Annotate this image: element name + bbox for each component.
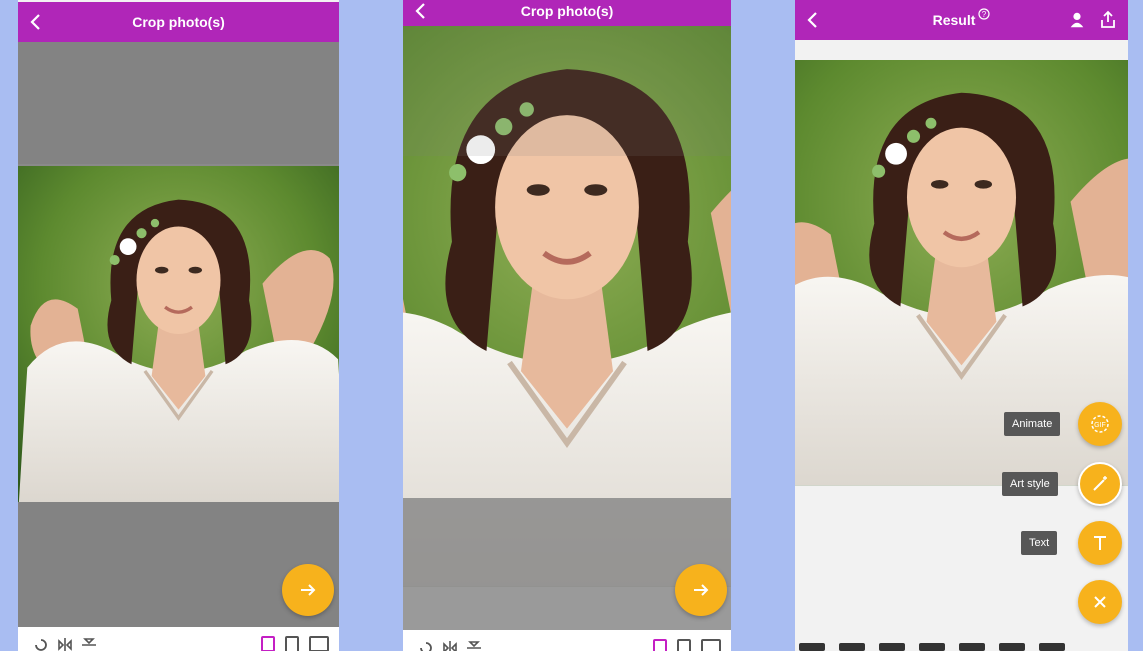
arrow-right-icon — [694, 584, 709, 596]
page-title: Crop photo(s) — [132, 14, 225, 30]
svg-text:GIF: GIF — [1094, 422, 1106, 429]
result-screen: Result ? Animate GIF Art style Text — [795, 0, 1128, 651]
crop-screen-2: Crop photo(s) — [403, 0, 731, 651]
magic-wand-icon — [1093, 476, 1107, 491]
page-title: Result — [932, 12, 976, 28]
text-icon — [1094, 536, 1106, 550]
gif-icon: GIF — [1091, 415, 1109, 433]
style-thumbnail-strip — [795, 643, 1128, 651]
app-bar: Crop photo(s) — [403, 0, 731, 26]
ratio-portrait-option[interactable] — [653, 639, 667, 651]
next-button[interactable] — [675, 564, 727, 616]
ratio-landscape-option[interactable] — [701, 639, 721, 651]
ratio-portrait-option[interactable] — [261, 636, 275, 651]
page-title: Crop photo(s) — [520, 3, 614, 19]
thumbnail[interactable] — [839, 643, 865, 651]
flip-vertical-icon[interactable] — [80, 636, 98, 651]
app-bar: Result ? — [795, 0, 1128, 40]
text-label: Text — [1021, 531, 1058, 555]
chevron-left-icon[interactable] — [803, 10, 823, 30]
crop-toolbar — [403, 630, 731, 651]
ratio-landscape-option[interactable] — [309, 636, 329, 651]
arrow-right-icon — [301, 584, 316, 596]
art-style-label: Art style — [1002, 472, 1058, 496]
rotate-icon[interactable] — [32, 636, 50, 651]
crop-mask-top — [18, 42, 339, 164]
animate-button[interactable]: GIF — [1078, 402, 1122, 446]
crop-mask-bottom — [403, 498, 731, 630]
svg-text:?: ? — [982, 10, 987, 19]
thumbnail[interactable] — [1039, 643, 1065, 651]
chevron-left-icon[interactable] — [411, 1, 431, 21]
crop-mask-top — [403, 26, 731, 156]
thumbnail[interactable] — [959, 643, 985, 651]
app-bar: Crop photo(s) — [18, 2, 339, 42]
thumbnail[interactable] — [919, 643, 945, 651]
close-icon — [1094, 596, 1106, 608]
ratio-tall-option[interactable] — [677, 639, 691, 651]
next-button[interactable] — [282, 564, 334, 616]
thumbnail[interactable] — [799, 643, 825, 651]
rotate-icon[interactable] — [417, 639, 435, 651]
animate-label: Animate — [1004, 412, 1061, 436]
text-button[interactable] — [1078, 521, 1122, 565]
thumbnail[interactable] — [999, 643, 1025, 651]
chevron-left-icon[interactable] — [26, 12, 46, 32]
person-icon[interactable] — [1068, 11, 1086, 29]
close-menu-button[interactable] — [1078, 580, 1122, 624]
help-icon[interactable]: ? — [978, 8, 990, 20]
crop-screen-1: Crop photo(s) — [18, 0, 339, 651]
share-icon[interactable] — [1098, 10, 1118, 30]
flip-horizontal-icon[interactable] — [441, 639, 459, 651]
crop-toolbar — [18, 627, 339, 651]
thumbnail[interactable] — [879, 643, 905, 651]
flip-vertical-icon[interactable] — [465, 639, 483, 651]
art-style-button[interactable] — [1078, 462, 1122, 506]
result-image[interactable] — [795, 60, 1128, 518]
ratio-tall-option[interactable] — [285, 636, 299, 651]
flip-horizontal-icon[interactable] — [56, 636, 74, 651]
